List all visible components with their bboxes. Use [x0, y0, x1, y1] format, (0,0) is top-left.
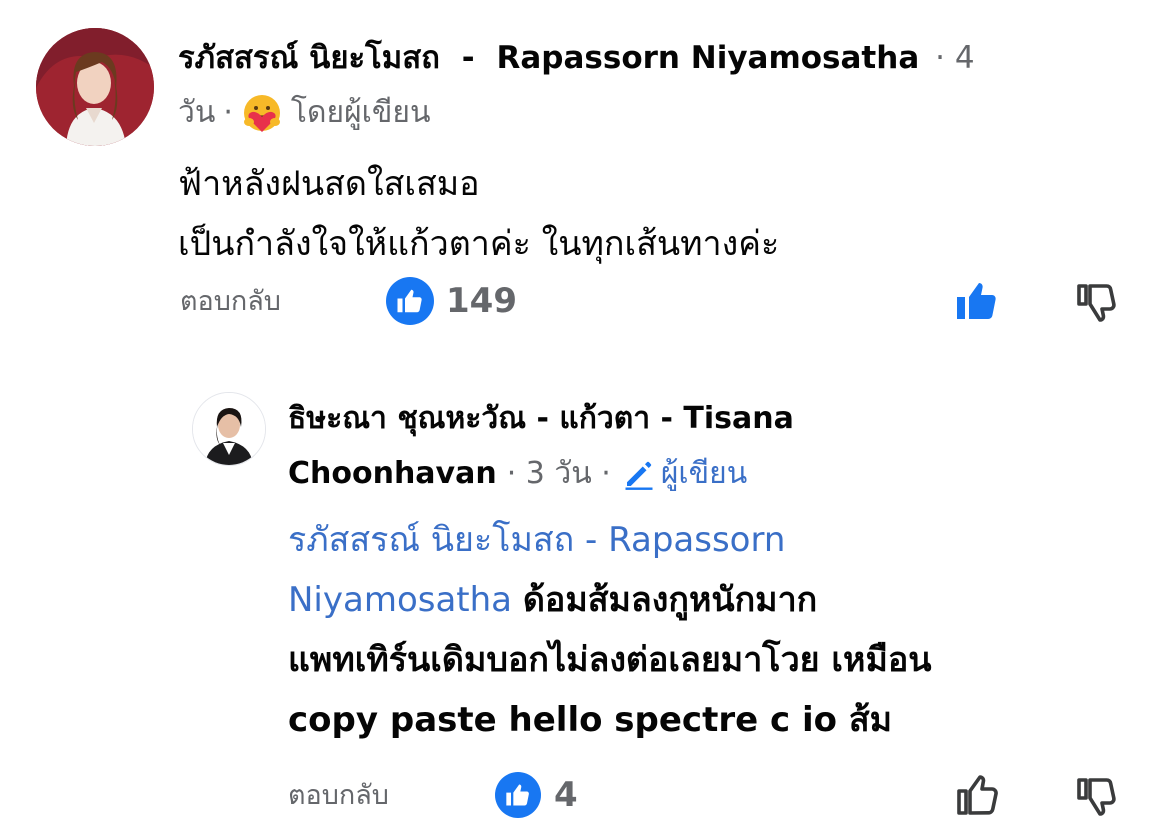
comment-text-line: ฟ้าหลังฝนสดใสเสมอ: [178, 164, 480, 204]
author-name-thai[interactable]: รภัสสรณ์ นิยะโมสถ: [178, 40, 440, 76]
thumbs-down-icon: [1077, 778, 1116, 816]
comment-header: รภัสสรณ์ นิยะโมสถ - Rapassorn Niyamosath…: [178, 38, 975, 78]
mention-link[interactable]: รภัสสรณ์ นิยะโมสถ - Rapassorn: [288, 510, 932, 570]
author-separator: -: [461, 40, 475, 76]
reply-author-line[interactable]: Choonhavan: [288, 455, 497, 493]
meta-dot: ·: [223, 95, 233, 130]
reply-like-reaction-icon[interactable]: [495, 772, 541, 818]
reply-downvote-button[interactable]: [1070, 770, 1124, 822]
heart-hug-icon: [241, 92, 283, 134]
author-name-en[interactable]: Rapassorn Niyamosatha: [497, 40, 920, 76]
like-reaction-icon[interactable]: [386, 277, 434, 325]
reply-author-badge-label: ผู้เขียน: [660, 456, 748, 491]
reply-text-line: แพทเทิร์นเดิมบอกไม่ลงต่อเลยมาโวย เหมือน: [288, 640, 932, 680]
comment-body: ฟ้าหลังฝนสดใสเสมอ เป็นกำลังใจให้แก้วตาค่…: [178, 154, 779, 274]
thumbs-up-filled-icon: [957, 283, 996, 319]
upvote-button[interactable]: [950, 276, 1004, 326]
reply-time[interactable]: · 3 วัน ·: [507, 455, 611, 493]
reply-text: ด้อมส้มลงกูหนักมาก: [522, 580, 818, 620]
reply-upvote-button[interactable]: [950, 770, 1004, 820]
thumbs-up-icon: [957, 775, 998, 815]
thumbs-down-icon: [1077, 284, 1116, 322]
author-badge-label: โดยผู้เขียน: [290, 95, 431, 130]
time-dot: ·: [935, 40, 945, 76]
reply-reply-button[interactable]: ตอบกลับ: [288, 778, 389, 814]
time-unit[interactable]: วัน: [178, 93, 215, 133]
downvote-button[interactable]: [1070, 276, 1124, 328]
avatar-portrait: [36, 28, 154, 146]
reply-text-line: copy paste hello spectre c io ส้ม: [288, 700, 892, 740]
comment-text-line: เป็นกำลังใจให้แก้วตาค่ะ ในทุกเส้นทางค่ะ: [178, 224, 780, 264]
like-count: 149: [446, 281, 517, 321]
reply-body: รภัสสรณ์ นิยะโมสถ - Rapassorn Niyamosath…: [288, 510, 932, 750]
reply-text-line: Niyamosatha ด้อมส้มลงกูหนักมาก: [288, 570, 932, 630]
reply-meta-line: Choonhavan · 3 วัน · ผู้เขียน: [288, 455, 747, 493]
reply-avatar[interactable]: [192, 392, 266, 466]
pencil-icon: [621, 456, 657, 492]
avatar[interactable]: [36, 28, 154, 146]
reply-like-count: 4: [554, 775, 578, 815]
mention-link[interactable]: Niyamosatha: [288, 580, 512, 620]
reply-button[interactable]: ตอบกลับ: [180, 284, 281, 320]
reply-author-line: ธิษะณา ชุณหะวัณ - แก้วตา - Tisana: [288, 401, 794, 436]
comment-meta-line: วัน · โดยผู้เขียน: [178, 92, 431, 134]
time-number[interactable]: 4: [955, 40, 975, 76]
reply-author-name[interactable]: ธิษะณา ชุณหะวัณ - แก้วตา - Tisana: [288, 400, 794, 438]
reply-avatar-portrait: [193, 393, 265, 465]
